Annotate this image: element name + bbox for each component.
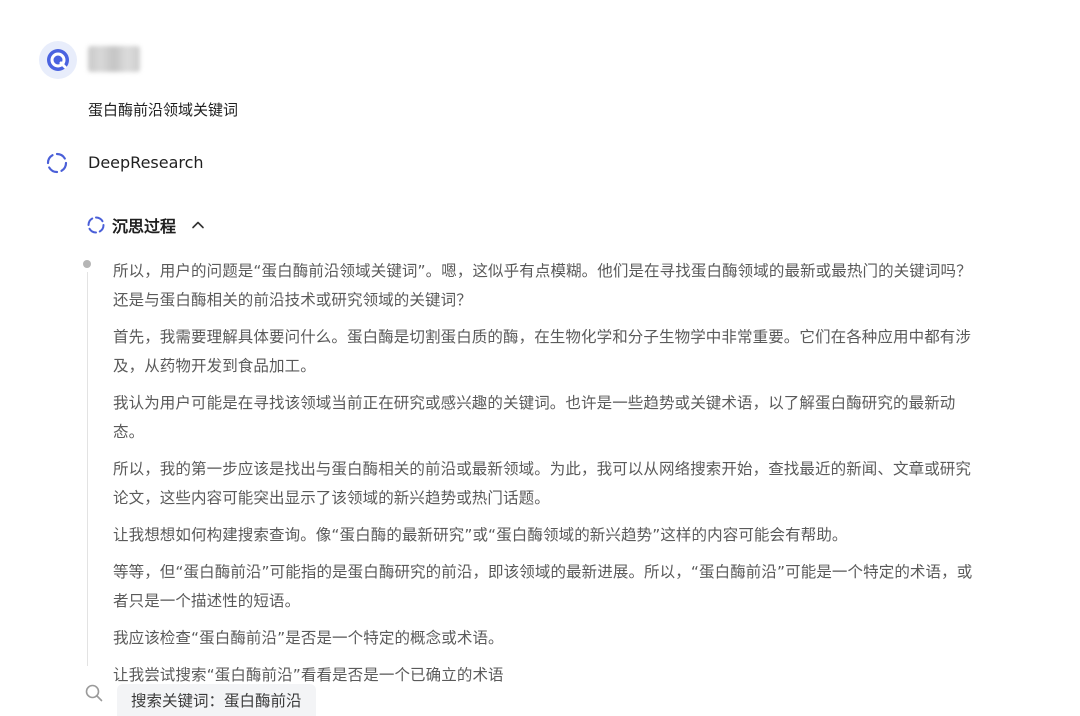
assistant-logo-icon — [47, 49, 69, 71]
search-keyword-chip[interactable]: 搜索关键词：蛋白酶前沿 — [117, 684, 316, 716]
search-keyword-label: 搜索关键词：蛋白酶前沿 — [131, 692, 302, 710]
thinking-paragraph: 首先，我需要理解具体要问什么。蛋白酶是切割蛋白质的酶，在生物化学和分子生物学中非… — [113, 328, 972, 375]
thinking-spinner-icon — [87, 216, 105, 234]
thinking-paragraph: 我认为用户可能是在寻找该领域当前正在研究或感兴趣的关键词。也许是一些趋势或关键术… — [113, 394, 956, 441]
thinking-paragraph: 所以，用户的问题是“蛋白酶前沿领域关键词”。嗯，这似乎有点模糊。他们是在寻找蛋白… — [113, 262, 972, 309]
thinking-title: 沉思过程 — [112, 217, 177, 236]
chevron-up-icon[interactable] — [190, 217, 206, 233]
user-name-blurred — [88, 46, 140, 72]
thinking-paragraph: 所以，我的第一步应该是找出与蛋白酶相关的前沿或最新领域。为此，我可以从网络搜索开… — [113, 460, 972, 507]
thinking-paragraph: 我应该检查“蛋白酶前沿”是否是一个特定的概念或术语。 — [113, 629, 504, 647]
thinking-toggle[interactable]: 沉思过程 — [86, 213, 206, 237]
timeline-line — [86, 272, 88, 666]
user-question-text: 蛋白酶前沿领域关键词 — [88, 101, 239, 119]
search-icon — [85, 684, 103, 702]
assistant-name: DeepResearch — [88, 153, 204, 172]
chat-page: 蛋白酶前沿领域关键词 DeepResearch 沉思过程 所以，用户的问题是“蛋… — [0, 0, 1080, 716]
timeline-dot — [83, 260, 91, 268]
loading-ring-icon — [46, 152, 68, 174]
thinking-paragraph: 让我想想如何构建搜索查询。像“蛋白酶的最新研究”或“蛋白酶领域的新兴趋势”这样的… — [113, 526, 848, 544]
thinking-content: 所以，用户的问题是“蛋白酶前沿领域关键词”。嗯，这似乎有点模糊。他们是在寻找蛋白… — [113, 257, 975, 698]
thinking-paragraph: 等等，但“蛋白酶前沿”可能指的是蛋白酶研究的前沿，即该领域的最新进展。所以，“蛋… — [113, 563, 973, 610]
user-avatar[interactable] — [39, 41, 77, 79]
